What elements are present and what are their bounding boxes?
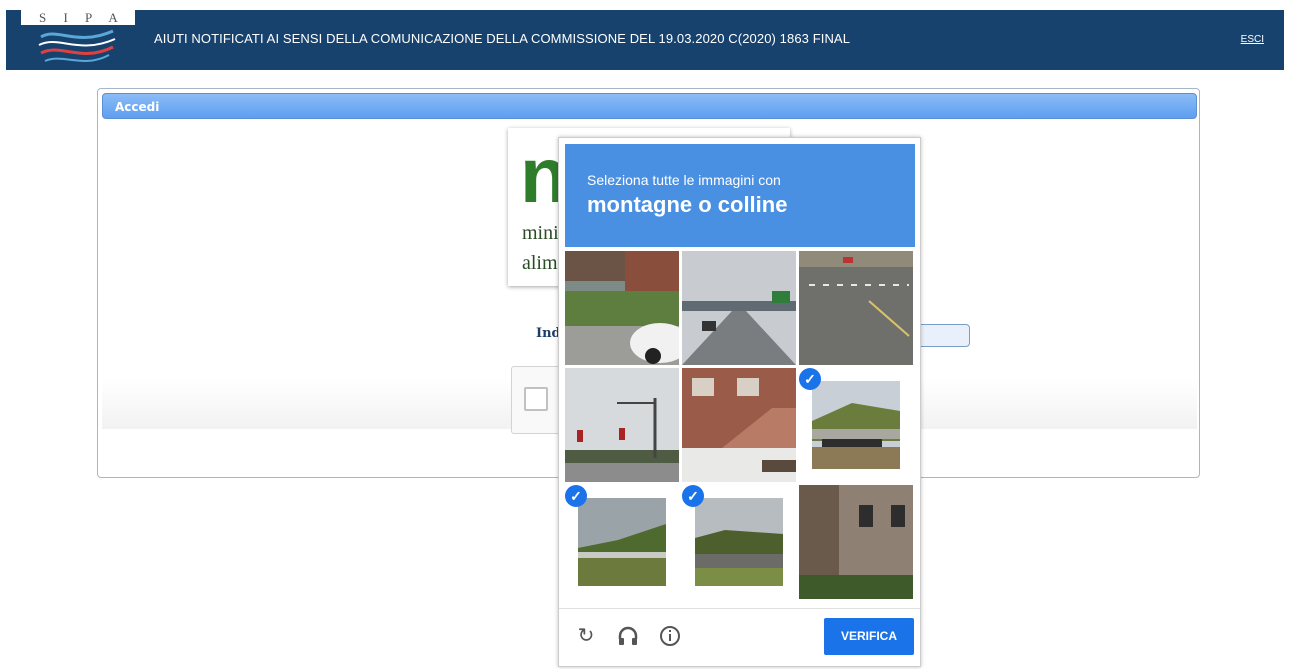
tile-image [799, 251, 913, 365]
tile-image [682, 368, 796, 482]
captcha-header: Seleziona tutte le immagini con montagne… [565, 144, 915, 247]
check-icon: ✓ [682, 485, 704, 507]
tile-image [565, 368, 679, 482]
captcha-tile[interactable] [799, 251, 913, 365]
verify-button[interactable]: VERIFICA [824, 618, 914, 655]
tile-image [565, 251, 679, 365]
captcha-instruction: Seleziona tutte le immagini con [587, 172, 781, 188]
reload-icon[interactable]: ↻ [575, 625, 597, 647]
captcha-tile[interactable] [565, 251, 679, 365]
panel-title: Accedi [115, 100, 160, 114]
app-title: AIUTI NOTIFICATI AI SENSI DELLA COMUNICA… [154, 31, 851, 46]
logout-link[interactable]: ESCI [1241, 34, 1264, 45]
tile-image [812, 381, 900, 469]
check-icon: ✓ [565, 485, 587, 507]
recaptcha-checkbox[interactable] [524, 387, 548, 411]
panel-header: Accedi [102, 93, 1197, 119]
field-label: Ind [536, 326, 561, 341]
tile-image [695, 498, 783, 586]
audio-icon[interactable] [617, 625, 639, 647]
captcha-tile-selected[interactable]: ✓ [799, 368, 913, 482]
captcha-tile[interactable] [682, 251, 796, 365]
logo-text: S I P A [21, 10, 135, 25]
captcha-tile[interactable] [799, 485, 913, 599]
tile-image [682, 251, 796, 365]
app-header: S I P A AIUTI NOTIFICATI AI SENSI DELLA … [6, 10, 1284, 70]
info-icon[interactable] [659, 625, 681, 647]
check-icon: ✓ [799, 368, 821, 390]
tile-image [799, 485, 913, 599]
captcha-tile[interactable] [565, 368, 679, 482]
captcha-tile-selected[interactable]: ✓ [565, 485, 679, 599]
captcha-footer: ↻ VERIFICA [559, 608, 920, 669]
captcha-challenge: Seleziona tutte le immagini con montagne… [558, 137, 921, 667]
captcha-tile[interactable] [682, 368, 796, 482]
captcha-tile-selected[interactable]: ✓ [682, 485, 796, 599]
sipa-logo: S I P A [21, 10, 135, 70]
captcha-target: montagne o colline [587, 192, 788, 217]
tile-image [578, 498, 666, 586]
waves-icon [38, 29, 116, 62]
